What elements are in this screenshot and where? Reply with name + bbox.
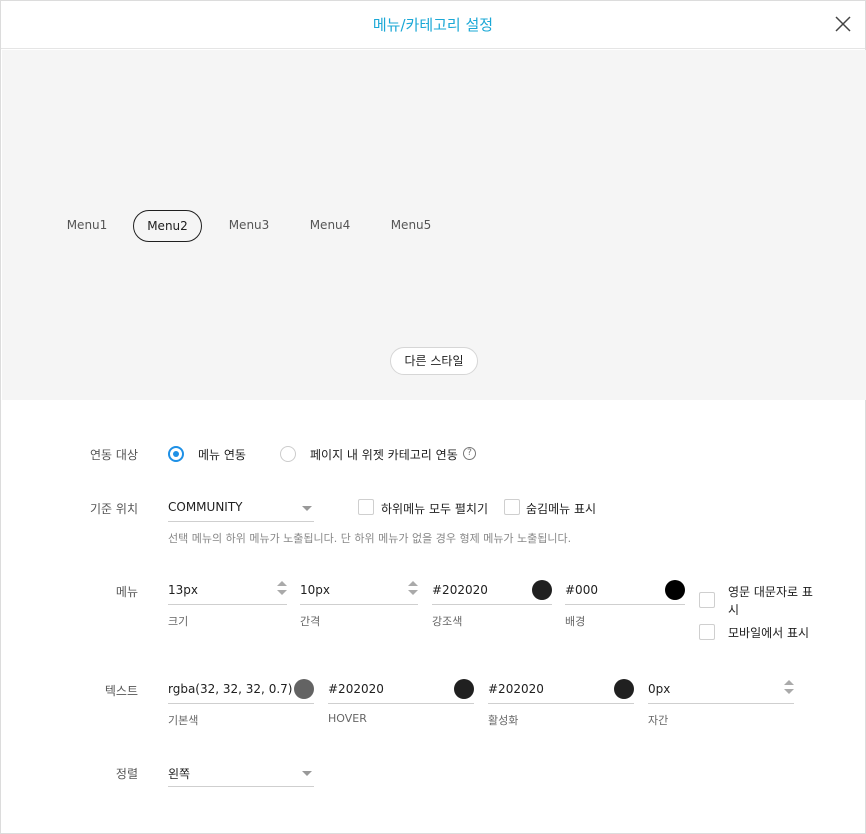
base-position-select[interactable]: COMMUNITY — [168, 494, 314, 522]
base-position-label: 기준 위치 — [90, 502, 138, 516]
preview-menu-item-2-active[interactable]: Menu2 — [133, 210, 202, 242]
chevron-down-icon — [302, 771, 312, 776]
preview-menu-item-3[interactable]: Menu3 — [220, 210, 278, 242]
show-hidden-label: 숨김메뉴 표시 — [526, 502, 597, 516]
text-active-color-value: #202020 — [488, 682, 544, 696]
color-swatch[interactable] — [614, 679, 634, 699]
menu-gap-value: 10px — [300, 583, 330, 597]
color-swatch[interactable] — [294, 679, 314, 699]
radio-widget-category-link-label: 페이지 내 위젯 카테고리 연동 — [310, 448, 458, 462]
link-target-label: 연동 대상 — [90, 448, 138, 462]
color-swatch[interactable] — [532, 580, 552, 600]
preview-menu-item-1[interactable]: Menu1 — [58, 210, 116, 242]
help-icon[interactable]: ? — [463, 447, 476, 460]
text-base-color-caption: 기본색 — [168, 714, 199, 727]
menu-gap-stepper[interactable]: 10px — [300, 577, 418, 605]
chevron-down-icon — [302, 506, 312, 511]
letter-spacing-caption: 자간 — [648, 714, 669, 727]
preview-menu-item-5[interactable]: Menu5 — [382, 210, 440, 242]
text-hover-color-caption: HOVER — [328, 712, 367, 725]
menu-size-value: 13px — [168, 583, 198, 597]
spinner-icon[interactable] — [408, 581, 418, 599]
letter-spacing-stepper[interactable]: 0px — [648, 676, 794, 704]
radio-widget-category-link[interactable] — [280, 446, 296, 462]
text-base-color-value: rgba(32, 32, 32, 0.7) — [168, 682, 293, 696]
expand-all-checkbox[interactable] — [358, 499, 374, 515]
mobile-checkbox[interactable] — [699, 624, 715, 640]
menu-accent-color-value: #202020 — [432, 583, 488, 597]
menu-accent-color-field[interactable]: #202020 — [432, 577, 552, 605]
align-value: 왼쪽 — [168, 767, 191, 781]
spinner-icon[interactable] — [784, 680, 794, 698]
menu-bg-color-field[interactable]: #000 — [565, 577, 685, 605]
text-active-color-field[interactable]: #202020 — [488, 676, 634, 704]
text-active-color-caption: 활성화 — [488, 714, 519, 727]
letter-spacing-value: 0px — [648, 682, 671, 696]
dialog-title: 메뉴/카테고리 설정 — [372, 16, 494, 34]
menu-preview: Menu1 Menu2 Menu3 Menu4 Menu5 다른 스타일 — [2, 50, 866, 400]
align-label: 정렬 — [115, 767, 138, 781]
uppercase-checkbox[interactable] — [699, 592, 715, 608]
base-position-hint: 선택 메뉴의 하위 메뉴가 노출됩니다. 단 하위 메뉴가 없을 경우 형제 메… — [168, 532, 572, 545]
text-hover-color-field[interactable]: #202020 — [328, 676, 474, 704]
color-swatch[interactable] — [665, 580, 685, 600]
menu-accent-color-caption: 강조색 — [432, 615, 463, 628]
expand-all-label: 하위메뉴 모두 펼치기 — [381, 502, 488, 516]
radio-menu-link-label: 메뉴 연동 — [198, 448, 246, 462]
text-base-color-field[interactable]: rgba(32, 32, 32, 0.7) — [168, 676, 314, 704]
spinner-icon[interactable] — [277, 581, 287, 599]
menu-bg-color-caption: 배경 — [565, 615, 586, 628]
mobile-label: 모바일에서 표시 — [728, 626, 810, 640]
base-position-value: COMMUNITY — [168, 500, 243, 514]
menu-gap-caption: 간격 — [300, 615, 321, 628]
radio-menu-link[interactable] — [168, 446, 184, 462]
color-swatch[interactable] — [454, 679, 474, 699]
settings-dialog: 메뉴/카테고리 설정 Menu1 Menu2 Menu3 Menu4 Menu5… — [0, 0, 866, 834]
menu-bg-color-value: #000 — [565, 583, 598, 597]
other-style-button[interactable]: 다른 스타일 — [390, 347, 478, 375]
align-select[interactable]: 왼쪽 — [168, 759, 314, 787]
show-hidden-checkbox[interactable] — [504, 499, 520, 515]
menu-label: 메뉴 — [115, 585, 138, 599]
text-hover-color-value: #202020 — [328, 682, 384, 696]
dialog-header: 메뉴/카테고리 설정 — [1, 1, 865, 49]
uppercase-label: 영문 대문자로 표시 — [728, 585, 813, 617]
close-icon[interactable] — [834, 15, 852, 33]
text-label: 텍스트 — [104, 684, 138, 698]
menu-size-stepper[interactable]: 13px — [168, 577, 287, 605]
menu-size-caption: 크기 — [168, 615, 189, 628]
preview-menu-item-4[interactable]: Menu4 — [301, 210, 359, 242]
